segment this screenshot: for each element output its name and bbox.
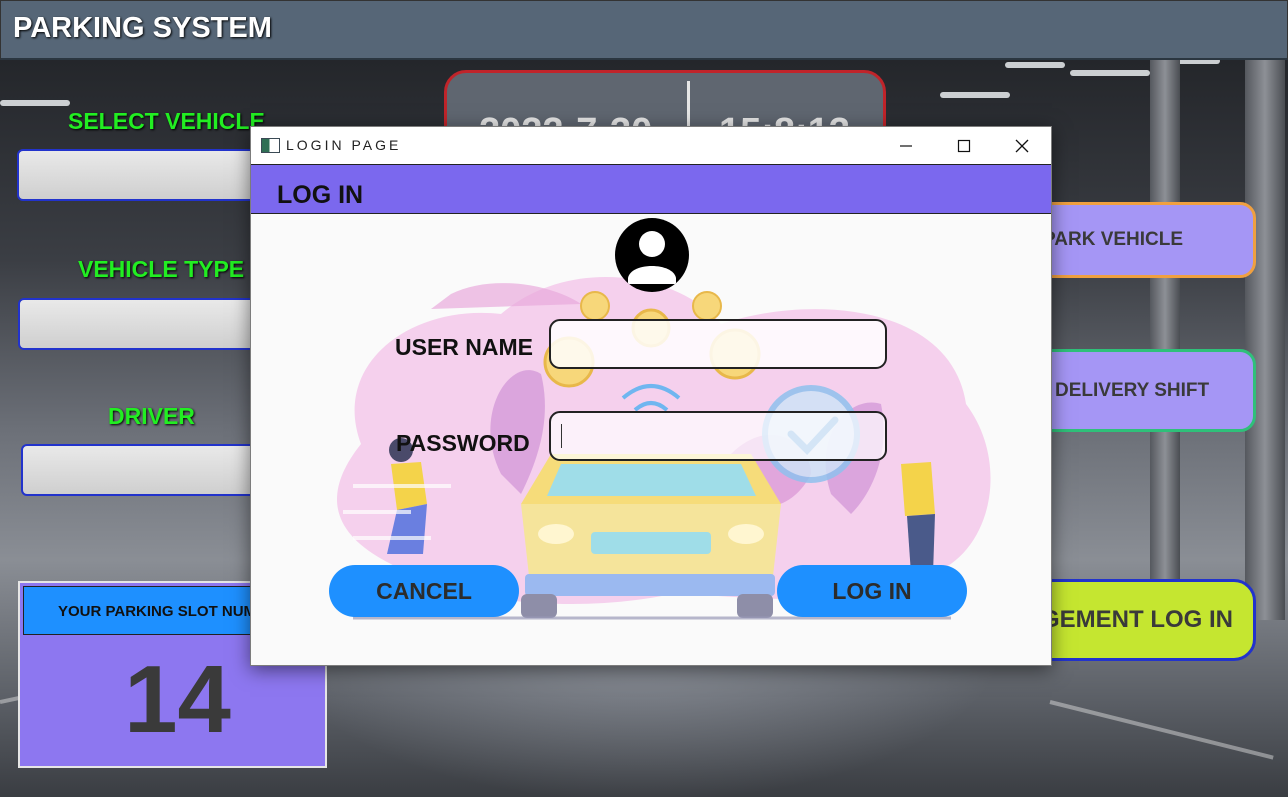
password-input[interactable] [549, 411, 887, 461]
login-button[interactable]: LOG IN [777, 565, 967, 617]
login-header-title: LOG IN [277, 181, 364, 209]
username-input[interactable] [549, 319, 887, 369]
driver-dropdown[interactable] [21, 444, 285, 496]
maximize-button[interactable] [935, 127, 993, 164]
close-window-button[interactable] [993, 127, 1051, 164]
maximize-icon [957, 139, 971, 152]
minimize-icon [900, 144, 912, 147]
close-icon [1015, 139, 1029, 152]
app-title-bar: PARKING SYSTEM [0, 0, 1288, 60]
vehicle-type-dropdown[interactable] [18, 298, 282, 350]
login-body: USER NAME PASSWORD CANCEL LOG IN [251, 214, 1051, 665]
username-label: USER NAME [395, 334, 534, 360]
select-vehicle-label: SELECT VEHICLE [68, 108, 265, 134]
park-vehicle-label: PARK VEHICLE [1043, 229, 1184, 250]
app-title: PARKING SYSTEM [13, 12, 272, 44]
text-caret [561, 424, 562, 448]
password-label: PASSWORD [396, 430, 530, 456]
app-window-icon [261, 138, 280, 153]
select-vehicle-dropdown[interactable] [17, 149, 281, 201]
minimize-button[interactable] [877, 127, 935, 164]
login-dialog: LOGIN PAGE LOG IN USER NAME PASSWORD CAN… [250, 126, 1052, 666]
cancel-button[interactable]: CANCEL [329, 565, 519, 617]
login-header: LOG IN [251, 164, 1051, 214]
dialog-window-title: LOGIN PAGE [286, 137, 402, 153]
driver-label: DRIVER [108, 403, 195, 429]
dialog-title-bar: LOGIN PAGE [251, 127, 1051, 164]
delivery-shift-label: DELIVERY SHIFT [1055, 380, 1210, 401]
user-avatar-icon [615, 218, 689, 292]
vehicle-type-label: VEHICLE TYPE [78, 256, 245, 282]
